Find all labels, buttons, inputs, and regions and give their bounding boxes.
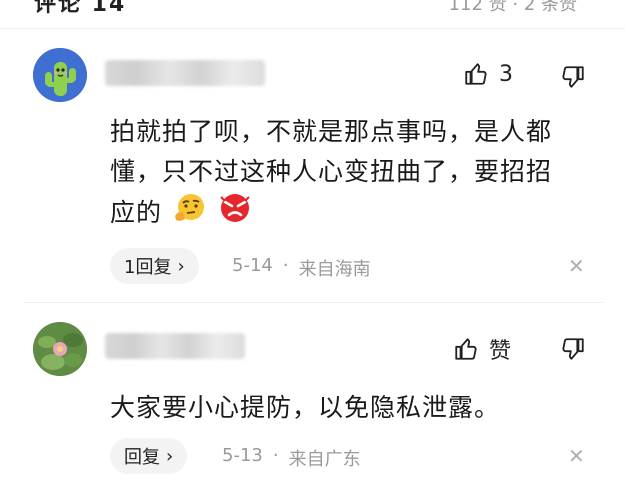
like-button[interactable]: 3 xyxy=(463,61,513,87)
content-line: 大家要小心提防，以免隐私泄露。 xyxy=(110,393,501,422)
thumbs-up-icon xyxy=(455,338,477,360)
thumbs-down-icon xyxy=(562,338,584,360)
comment-content: 拍就拍了呗，不就是那点事吗，是人都 懂，只不过这种人心变扭曲了，要招招 应的 xyxy=(110,112,610,236)
dislike-button[interactable] xyxy=(560,336,586,366)
comment-location: 来自海南 xyxy=(298,259,371,280)
content-text: 应的 xyxy=(110,198,163,227)
content-line: 应的 xyxy=(110,192,610,236)
angry-face-emoji xyxy=(218,192,252,236)
header-stats: 112 赞 · 2 条赞 xyxy=(448,0,577,14)
chevron-right-icon: › xyxy=(177,255,185,277)
content-line: 拍就拍了呗，不就是那点事吗，是人都 xyxy=(110,117,553,146)
username-blurred[interactable] xyxy=(105,60,265,86)
comment-divider xyxy=(24,302,604,303)
like-label: 赞 xyxy=(489,339,512,364)
comment-date: 5-14 xyxy=(232,255,273,276)
top-divider xyxy=(0,28,625,29)
close-icon[interactable]: ✕ xyxy=(568,444,585,468)
cactus-avatar-icon xyxy=(33,48,87,102)
content-line: 懂，只不过这种人心变扭曲了，要招招 xyxy=(110,157,553,186)
comments-count-label: 评论 14 xyxy=(34,0,127,14)
username-blurred[interactable] xyxy=(105,333,245,359)
close-icon[interactable]: ✕ xyxy=(568,254,585,278)
like-button[interactable]: 赞 xyxy=(453,333,511,365)
reply-label: 回复 xyxy=(124,447,160,468)
dislike-button[interactable] xyxy=(560,64,586,94)
meta-dot: · xyxy=(272,445,279,466)
comment-date: 5-13 xyxy=(222,445,263,466)
avatar[interactable] xyxy=(33,322,87,376)
meta-dot: · xyxy=(282,255,289,276)
comment-meta: 5-14 · 来自海南 xyxy=(232,255,371,281)
reply-label: 1回复 xyxy=(124,257,172,278)
reply-button[interactable]: 1回复 › xyxy=(110,248,199,284)
avatar[interactable] xyxy=(33,48,87,102)
comment-location: 来自广东 xyxy=(288,449,361,470)
comment-meta: 5-13 · 来自广东 xyxy=(222,445,361,471)
thumbs-up-icon xyxy=(465,63,487,85)
top-header-strip: 评论 14 112 赞 · 2 条赞 xyxy=(0,0,625,14)
chevron-right-icon: › xyxy=(166,445,174,467)
like-count: 3 xyxy=(499,61,513,87)
thumbs-down-icon xyxy=(562,66,584,88)
plant-avatar-icon xyxy=(33,322,87,376)
thinking-face-emoji xyxy=(173,192,207,236)
reply-button[interactable]: 回复 › xyxy=(110,438,188,474)
comment-content: 大家要小心提防，以免隐私泄露。 xyxy=(110,388,610,428)
